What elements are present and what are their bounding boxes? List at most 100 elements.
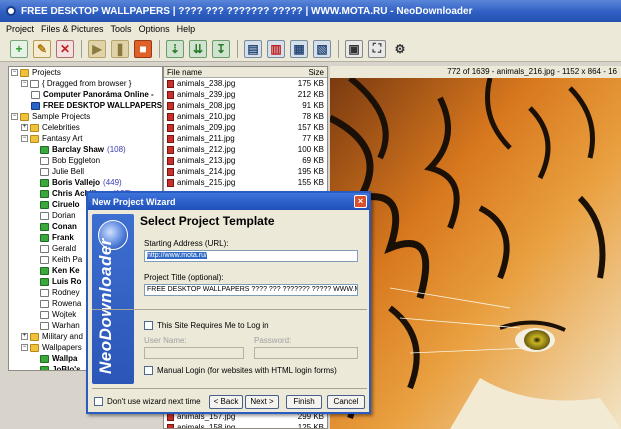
url-input[interactable]: http://www.mota.ru/ bbox=[144, 250, 358, 262]
project-icon bbox=[40, 310, 49, 319]
column-size[interactable]: Size bbox=[284, 68, 324, 77]
file-size: 212 KB bbox=[297, 90, 324, 99]
file-row[interactable]: animals_212.jpg 100 KB bbox=[164, 144, 327, 155]
file-row[interactable]: animals_239.jpg 212 KB bbox=[164, 89, 327, 100]
view-icon[interactable]: ▣ bbox=[345, 39, 363, 58]
image-file-icon bbox=[167, 167, 174, 176]
dont-use-wizard-checkbox[interactable] bbox=[94, 397, 103, 406]
project-icon bbox=[40, 244, 49, 253]
tree-row-artist[interactable]: Barclay Shaw (108) bbox=[9, 144, 162, 155]
file-row[interactable]: animals_215.jpg 155 KB bbox=[164, 177, 327, 188]
image-viewer[interactable]: 772 of 1639 - animals_216.jpg - 1152 x 8… bbox=[330, 66, 621, 429]
menu-options[interactable]: Options bbox=[139, 24, 170, 34]
file-size: 195 KB bbox=[297, 167, 324, 176]
tree-label: Wallpa bbox=[52, 354, 78, 363]
delete-project-icon[interactable]: ✕ bbox=[56, 39, 74, 58]
file-row[interactable]: animals_158.jpg 125 KB bbox=[164, 422, 327, 428]
password-input[interactable] bbox=[254, 347, 358, 359]
tree-count: (449) bbox=[103, 178, 122, 187]
column-file-name[interactable]: File name bbox=[167, 68, 284, 77]
new-project-icon[interactable]: + bbox=[10, 39, 28, 58]
manual-login-checkbox[interactable] bbox=[144, 366, 153, 375]
close-icon[interactable]: × bbox=[354, 195, 367, 208]
menu-help[interactable]: Help bbox=[177, 24, 196, 34]
pause-icon[interactable]: ❚ bbox=[111, 39, 129, 58]
tree-label: Ciruelo bbox=[52, 200, 80, 209]
download-selected-icon[interactable]: ↧ bbox=[212, 39, 230, 58]
tree-label: Boris Vallejo bbox=[52, 178, 101, 187]
download-all-icon[interactable]: ⇊ bbox=[189, 39, 207, 58]
menu-files-pictures[interactable]: Files & Pictures bbox=[41, 24, 104, 34]
file-row[interactable]: animals_210.jpg 78 KB bbox=[164, 111, 327, 122]
file-row[interactable]: animals_208.jpg 91 KB bbox=[164, 100, 327, 111]
tree-label: Military and bbox=[42, 332, 83, 341]
file-row[interactable]: animals_211.jpg 77 KB bbox=[164, 133, 327, 144]
menu-tools[interactable]: Tools bbox=[111, 24, 132, 34]
file-name: animals_239.jpg bbox=[177, 90, 236, 99]
tree-row-artist[interactable]: Boris Vallejo (449) bbox=[9, 177, 162, 188]
folder-icon bbox=[20, 68, 29, 77]
user-name-label: User Name: bbox=[144, 336, 187, 345]
file-name: animals_209.jpg bbox=[177, 123, 236, 132]
tree-row-free-desktop[interactable]: FREE DESKTOP WALLPAPERS | bbox=[9, 100, 162, 111]
sort-files-icon[interactable]: ▦ bbox=[290, 39, 308, 58]
menu-project[interactable]: Project bbox=[6, 24, 34, 34]
remove-files-icon[interactable]: ▥ bbox=[267, 39, 285, 58]
file-name: animals_214.jpg bbox=[177, 167, 236, 176]
tree-row-artist[interactable]: Bob Eggleton bbox=[9, 155, 162, 166]
stop-icon[interactable]: ■ bbox=[134, 39, 152, 58]
file-size: 100 KB bbox=[297, 145, 324, 154]
project-title-input[interactable]: FREE DESKTOP WALLPAPERS ???? ??? ???????… bbox=[144, 284, 358, 296]
tree-count: (108) bbox=[107, 145, 126, 154]
image-file-icon bbox=[167, 423, 174, 428]
toolbar: + ✎ ✕ ▶ ❚ ■ ⇣ ⇊ ↧ ▤ ▥ ▦ ▧ ▣ ⛶ ⚙ bbox=[0, 36, 621, 62]
expand-icon[interactable]: + bbox=[21, 124, 28, 131]
open-folder-icon[interactable]: ▤ bbox=[244, 39, 262, 58]
file-row[interactable]: animals_213.jpg 69 KB bbox=[164, 155, 327, 166]
tree-label: Warhan bbox=[52, 321, 80, 330]
tree-label: Wallpapers bbox=[42, 343, 82, 352]
cancel-button[interactable]: Cancel bbox=[327, 395, 365, 409]
tree-label: Conan bbox=[52, 222, 77, 231]
collapse-icon[interactable]: − bbox=[21, 344, 28, 351]
collapse-icon[interactable]: − bbox=[11, 113, 18, 120]
login-checkbox[interactable] bbox=[144, 321, 153, 330]
folder-icon bbox=[20, 112, 29, 121]
user-name-input[interactable] bbox=[144, 347, 244, 359]
download-icon[interactable]: ⇣ bbox=[166, 39, 184, 58]
fullscreen-icon[interactable]: ⛶ bbox=[368, 39, 386, 58]
file-row[interactable]: animals_238.jpg 175 KB bbox=[164, 78, 327, 89]
tree-row-projects[interactable]: − Projects bbox=[9, 67, 162, 78]
collapse-icon[interactable]: − bbox=[21, 80, 28, 87]
tree-row-dragged[interactable]: − { Dragged from browser } bbox=[9, 78, 162, 89]
dont-use-wizard-label: Don't use wizard next time bbox=[107, 397, 201, 406]
file-row[interactable]: animals_209.jpg 157 KB bbox=[164, 122, 327, 133]
tree-label: Luis Ro bbox=[52, 277, 82, 286]
toolbar-separator bbox=[237, 39, 238, 58]
tree-row-celebrities[interactable]: + Celebrities bbox=[9, 122, 162, 133]
finish-button[interactable]: Finish bbox=[286, 395, 322, 409]
login-checkbox-label: This Site Requires Me to Log in bbox=[157, 321, 269, 330]
tree-row-fantasy[interactable]: − Fantasy Art bbox=[9, 133, 162, 144]
tree-label: Fantasy Art bbox=[42, 134, 83, 143]
file-name: animals_211.jpg bbox=[177, 134, 235, 143]
filter-files-icon[interactable]: ▧ bbox=[313, 39, 331, 58]
project-icon bbox=[40, 167, 49, 176]
tree-row-computer[interactable]: Computer Panoráma Online - bbox=[9, 89, 162, 100]
file-name: animals_238.jpg bbox=[177, 79, 236, 88]
file-row[interactable]: animals_214.jpg 195 KB bbox=[164, 166, 327, 177]
collapse-icon[interactable]: − bbox=[21, 135, 28, 142]
back-button[interactable]: < Back bbox=[209, 395, 243, 409]
collapse-icon[interactable]: − bbox=[11, 69, 18, 76]
checked-project-icon bbox=[40, 178, 49, 187]
image-file-icon bbox=[167, 123, 174, 132]
tree-label: Frank bbox=[52, 233, 74, 242]
settings-icon[interactable]: ⚙ bbox=[391, 40, 409, 58]
expand-icon[interactable]: + bbox=[21, 333, 28, 340]
file-name: animals_213.jpg bbox=[177, 156, 236, 165]
start-icon[interactable]: ▶ bbox=[88, 39, 106, 58]
tree-row-artist[interactable]: Julie Bell bbox=[9, 166, 162, 177]
next-button[interactable]: Next > bbox=[245, 395, 279, 409]
edit-project-icon[interactable]: ✎ bbox=[33, 39, 51, 58]
tree-row-sample[interactable]: − Sample Projects bbox=[9, 111, 162, 122]
